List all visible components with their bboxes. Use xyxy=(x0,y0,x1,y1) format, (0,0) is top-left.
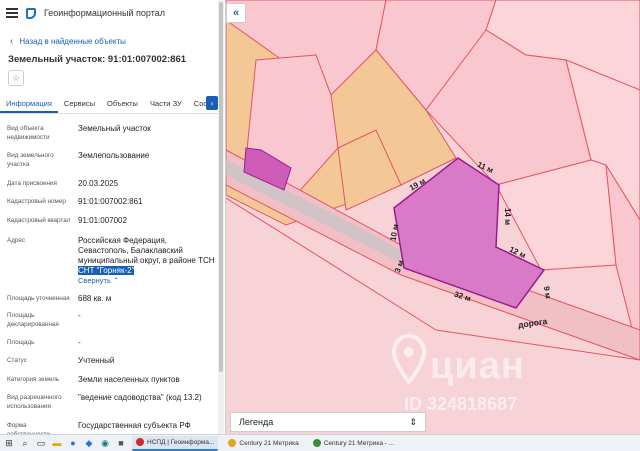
back-link-label: Назад в найденные объекты xyxy=(19,36,126,46)
property-label: Вид объекта недвижимости xyxy=(7,125,50,141)
favorite-star-icon[interactable]: ☆ xyxy=(8,70,24,86)
property-label: Площадь декларированная xyxy=(7,312,59,328)
property-value: 20.03.2025 xyxy=(78,179,119,188)
chevron-left-icon: ‹ xyxy=(10,35,14,47)
windows-icon[interactable]: ◆ xyxy=(84,438,94,448)
menu-icon[interactable] xyxy=(6,8,18,18)
info-tabs: Информация Сервисы Объекты Части ЗУ Сост… xyxy=(0,94,218,114)
top-bar: Геоинформационный портал xyxy=(0,0,225,26)
chevron-up-icon: ⌃ xyxy=(113,276,120,285)
tab-services[interactable]: Сервисы xyxy=(58,99,101,113)
property-value: Земельный участок xyxy=(78,124,151,133)
property-label: Форма собственности xyxy=(7,422,50,434)
property-value: 91:01:007002 xyxy=(78,216,127,225)
collapse-link-label: Свернуть xyxy=(78,276,111,285)
browser-icon xyxy=(312,439,321,447)
property-label: Кадастровый номер xyxy=(7,198,66,205)
property-value: Государственная субъекта РФ xyxy=(78,421,191,430)
property-value: Землепользование xyxy=(78,151,150,160)
windows-start-icon[interactable]: ⊞ xyxy=(4,438,14,448)
watermark-brand: циан xyxy=(430,345,525,387)
chevron-updown-icon: ⇕ xyxy=(409,416,417,427)
explorer-icon[interactable]: ▬ xyxy=(52,438,62,448)
portal-logo-icon xyxy=(26,7,36,19)
property-label: Площадь уточненная xyxy=(7,295,70,302)
legend-label: Легенда xyxy=(239,417,274,427)
taskbar-item[interactable]: НСПД | Геоинформа... xyxy=(132,435,219,451)
property-label: Вид земельного участка xyxy=(7,152,54,168)
property-label: Вид разрешенного использования xyxy=(7,394,62,410)
property-value: - xyxy=(78,338,81,347)
tab-info[interactable]: Информация xyxy=(0,99,58,113)
legend-dropdown[interactable]: Легенда ⇕ xyxy=(230,412,426,432)
portal-title: Геоинформационный портал xyxy=(44,8,165,18)
property-label: Статус xyxy=(7,357,27,364)
task-view-icon[interactable]: ▭ xyxy=(36,438,46,448)
collapse-panel-button[interactable]: « xyxy=(226,3,246,23)
taskbar: ⊞ ⌕ ▭ ▬ ● ◆ ◉ ■ НСПД | Геоинформа... Cen… xyxy=(0,434,640,451)
address-selected-text: СНТ "Горняк-2" xyxy=(78,266,135,275)
property-label: Площадь xyxy=(7,339,35,346)
store-icon[interactable]: ■ xyxy=(116,438,126,448)
property-label: Категория земель xyxy=(7,376,60,383)
property-label: Кадастровый квартал xyxy=(7,217,71,224)
property-value: - xyxy=(78,311,81,320)
taskbar-item-label: Century 21 Метрика xyxy=(239,439,299,447)
property-value: "ведение садоводства" (код 13.2) xyxy=(78,393,202,402)
chrome-icon[interactable]: ● xyxy=(68,438,78,448)
property-label: Дата присвоения xyxy=(7,180,57,187)
property-label: Адрес xyxy=(7,237,26,244)
parcel-title: Земельный участок: 91:01:007002:861 xyxy=(8,54,187,65)
taskbar-item[interactable]: Century 21 Метрика - ... xyxy=(309,436,399,451)
taskbar-item-label: Century 21 Метрика - ... xyxy=(323,439,395,447)
property-value: Учтенный xyxy=(78,356,115,365)
tab-objects[interactable]: Объекты xyxy=(101,99,144,113)
property-value: 688 кв. м xyxy=(78,294,112,303)
property-value: 91:01:007002:861 xyxy=(78,197,143,206)
tab-parts[interactable]: Части ЗУ xyxy=(144,99,188,113)
browser-icon xyxy=(228,439,237,447)
edge-label-14m: 14 м xyxy=(503,207,513,226)
address-text: Российская Федерация, Севастополь, Балак… xyxy=(78,236,215,265)
search-icon[interactable]: ⌕ xyxy=(20,438,30,448)
edge-icon[interactable]: ◉ xyxy=(100,438,110,448)
taskbar-item-label: НСПД | Геоинформа... xyxy=(147,438,215,446)
info-panel: Геоинформационный портал ‹ Назад в найде… xyxy=(0,0,226,434)
back-to-results-link[interactable]: ‹ Назад в найденные объекты xyxy=(0,26,225,48)
cian-logo-icon xyxy=(392,334,426,386)
collapse-link[interactable]: Свернуть ⌃ xyxy=(78,276,119,285)
panel-scrollbar[interactable] xyxy=(218,0,224,434)
property-value: Российская Федерация, Севастополь, Балак… xyxy=(78,236,216,286)
taskbar-item[interactable]: Century 21 Метрика xyxy=(224,436,302,451)
scrollbar-thumb[interactable] xyxy=(219,2,223,372)
yandex-browser-icon xyxy=(136,438,144,446)
edge-label-9m: 9 м xyxy=(541,285,553,300)
tabs-scroll-right-icon[interactable]: › xyxy=(206,96,218,110)
property-value: Земли населенных пунктов xyxy=(78,375,180,384)
